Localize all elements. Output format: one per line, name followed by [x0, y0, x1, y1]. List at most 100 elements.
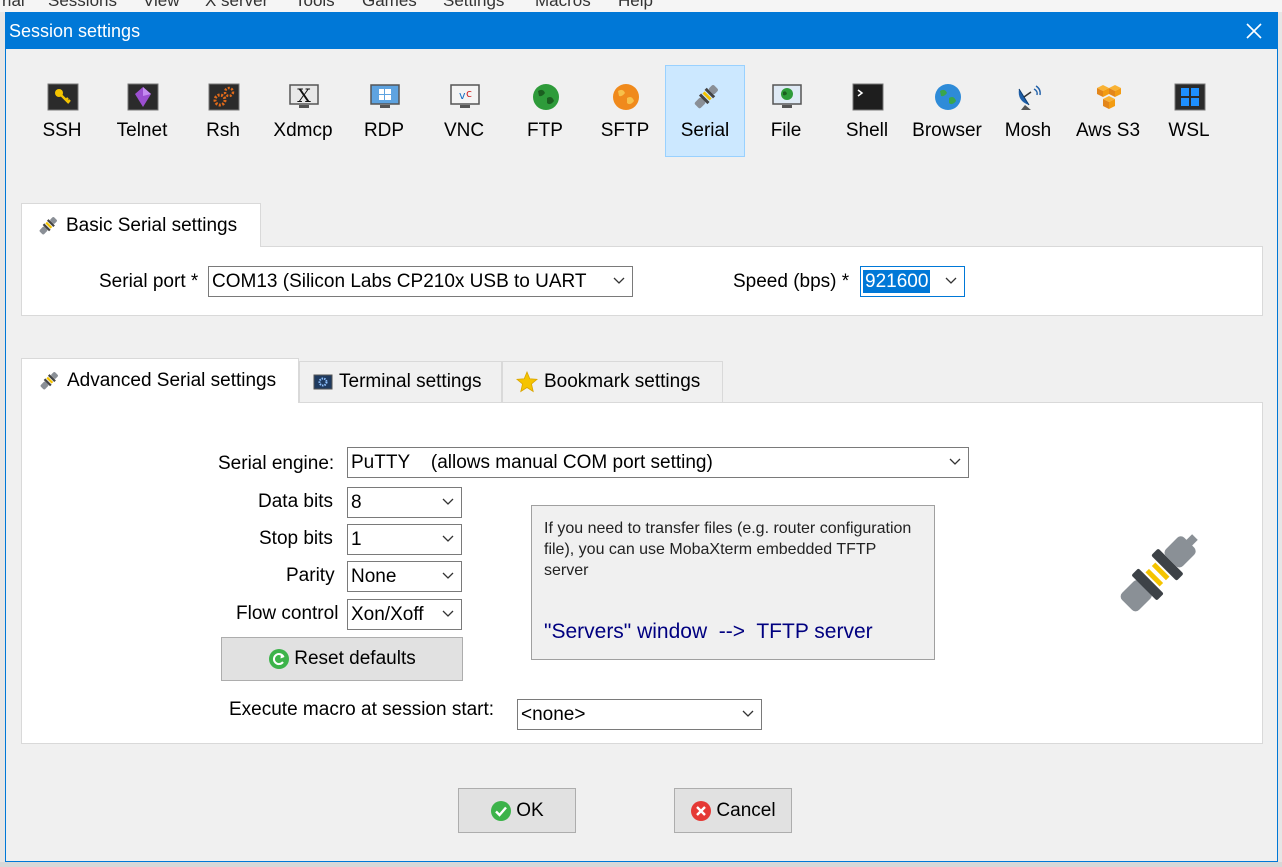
session-type-label: Xdmcp — [273, 120, 333, 141]
parity-label: Parity — [286, 565, 335, 586]
session-type-label: SFTP — [600, 120, 650, 141]
satellite-dish-icon — [1018, 85, 1041, 110]
cancel-label: Cancel — [716, 799, 776, 821]
session-type-label: File — [770, 120, 802, 141]
macro-select[interactable]: <none> — [517, 699, 762, 730]
data-bits-label: Data bits — [258, 491, 333, 512]
tab-advanced-serial-settings[interactable]: Advanced Serial settings — [21, 358, 299, 403]
data-bits-value: 8 — [351, 492, 362, 513]
terminal-icon — [852, 83, 884, 111]
session-type-label: WSL — [1168, 120, 1210, 141]
svg-text:c: c — [466, 87, 472, 100]
session-type-ssh[interactable]: SSH — [22, 65, 102, 157]
terminal-gear-icon — [313, 374, 333, 390]
windows-logo-icon — [1174, 83, 1206, 111]
bg-menu-item[interactable]: Games — [362, 0, 417, 11]
macro-value: <none> — [521, 704, 586, 725]
blue-globe-icon — [935, 84, 961, 110]
refresh-icon — [269, 649, 290, 669]
stop-bits-value: 1 — [351, 529, 362, 550]
reset-defaults-button[interactable]: Reset defaults — [221, 637, 463, 681]
session-type-sftp[interactable]: SFTP — [585, 65, 665, 157]
session-type-mosh[interactable]: Mosh — [988, 65, 1068, 157]
tftp-info-text: If you need to transfer files (e.g. rout… — [544, 520, 912, 579]
parity-select[interactable]: None — [347, 561, 462, 592]
tab-bookmark-settings[interactable]: Bookmark settings — [502, 361, 723, 402]
session-settings-dialog: Session settings SSH Telnet Rsh X Xdmcp … — [5, 12, 1278, 862]
tftp-info-link: "Servers" window --> TFTP server — [544, 620, 873, 643]
svg-text:X: X — [297, 85, 311, 107]
bg-menu-item[interactable]: Sessions — [48, 0, 117, 11]
serial-plug-icon — [694, 85, 718, 109]
stop-bits-label: Stop bits — [259, 528, 333, 549]
speed-label: Speed (bps) * — [733, 271, 850, 292]
speed-value: 921600 — [863, 270, 931, 293]
serial-port-value: COM13 (Silicon Labs CP210x USB to UART — [212, 271, 587, 292]
session-type-toolbar: SSH Telnet Rsh X Xdmcp RDP v c VNC FTP S… — [6, 65, 1277, 157]
parity-value: None — [351, 566, 397, 587]
tab-basic-serial-settings[interactable]: Basic Serial settings — [21, 203, 261, 247]
cancel-button[interactable]: Cancel — [674, 788, 792, 833]
chevron-down-icon — [442, 610, 454, 617]
chevron-down-icon — [742, 710, 754, 717]
chevron-down-icon — [613, 277, 625, 284]
ok-label: OK — [516, 799, 544, 821]
chevron-down-icon — [945, 277, 957, 284]
tab-label: Bookmark settings — [544, 371, 701, 392]
windows-monitor-icon — [370, 84, 400, 108]
session-type-telnet[interactable]: Telnet — [102, 65, 182, 157]
serial-engine-select[interactable]: PuTTY (allows manual COM port setting) — [347, 447, 969, 478]
tftp-info-box: If you need to transfer files (e.g. rout… — [531, 505, 935, 660]
reset-defaults-label: Reset defaults — [294, 648, 416, 669]
data-bits-select[interactable]: 8 — [347, 487, 462, 518]
session-type-xdmcp[interactable]: X Xdmcp — [263, 65, 343, 157]
purple-gem-icon — [127, 83, 159, 111]
session-type-shell[interactable]: Shell — [827, 65, 907, 157]
bg-menu-item[interactable]: Settings — [443, 0, 504, 11]
x-monitor-icon: X — [289, 84, 319, 108]
close-button[interactable] — [1231, 13, 1277, 49]
bg-menu-item[interactable]: X server — [205, 0, 268, 11]
serial-plug-icon — [40, 372, 58, 390]
chevron-down-icon — [949, 458, 961, 465]
svg-text:v: v — [459, 89, 466, 102]
session-type-rdp[interactable]: RDP — [344, 65, 424, 157]
flow-control-select[interactable]: Xon/Xoff — [347, 599, 462, 630]
speed-select[interactable]: 921600 — [860, 266, 965, 297]
session-type-rsh[interactable]: Rsh — [183, 65, 263, 157]
bg-menu-item[interactable]: View — [143, 0, 180, 11]
bg-menu-item[interactable]: Macros — [535, 0, 591, 11]
dialog-titlebar[interactable]: Session settings — [6, 13, 1277, 49]
session-type-browser[interactable]: Browser — [907, 65, 987, 157]
dialog-title: Session settings — [9, 21, 141, 41]
session-type-file[interactable]: File — [746, 65, 826, 157]
tab-label: Basic Serial settings — [66, 214, 238, 236]
session-type-label: Telnet — [116, 120, 168, 141]
bg-menu-item[interactable]: rial — [2, 0, 25, 11]
gears-icon — [208, 83, 240, 111]
session-type-label: Browser — [912, 120, 982, 141]
background-right-edge — [1278, 12, 1282, 867]
session-type-label: Serial — [680, 120, 730, 141]
session-type-label: FTP — [527, 120, 563, 141]
star-icon — [516, 371, 538, 393]
serial-engine-label: Serial engine: — [218, 453, 335, 474]
session-type-label: Mosh — [1004, 120, 1052, 141]
vnc-monitor-icon: v c — [450, 84, 480, 108]
file-monitor-icon — [772, 84, 802, 108]
ok-button[interactable]: OK — [458, 788, 576, 833]
stop-bits-select[interactable]: 1 — [347, 524, 462, 555]
session-type-ftp[interactable]: FTP — [505, 65, 585, 157]
session-type-label: Aws S3 — [1075, 120, 1141, 141]
macro-label: Execute macro at session start: — [229, 699, 495, 720]
bg-menu-item[interactable]: Help — [618, 0, 653, 11]
check-icon — [491, 800, 512, 821]
bg-menu-item[interactable]: Tools — [295, 0, 335, 11]
session-type-aws-s3[interactable]: Aws S3 — [1068, 65, 1148, 157]
tab-terminal-settings[interactable]: Terminal settings — [299, 361, 502, 402]
session-type-wsl[interactable]: WSL — [1149, 65, 1229, 157]
serial-port-select[interactable]: COM13 (Silicon Labs CP210x USB to UART — [208, 266, 633, 297]
cancel-icon — [691, 800, 712, 821]
session-type-vnc[interactable]: v c VNC — [424, 65, 504, 157]
session-type-serial[interactable]: Serial — [665, 65, 745, 157]
